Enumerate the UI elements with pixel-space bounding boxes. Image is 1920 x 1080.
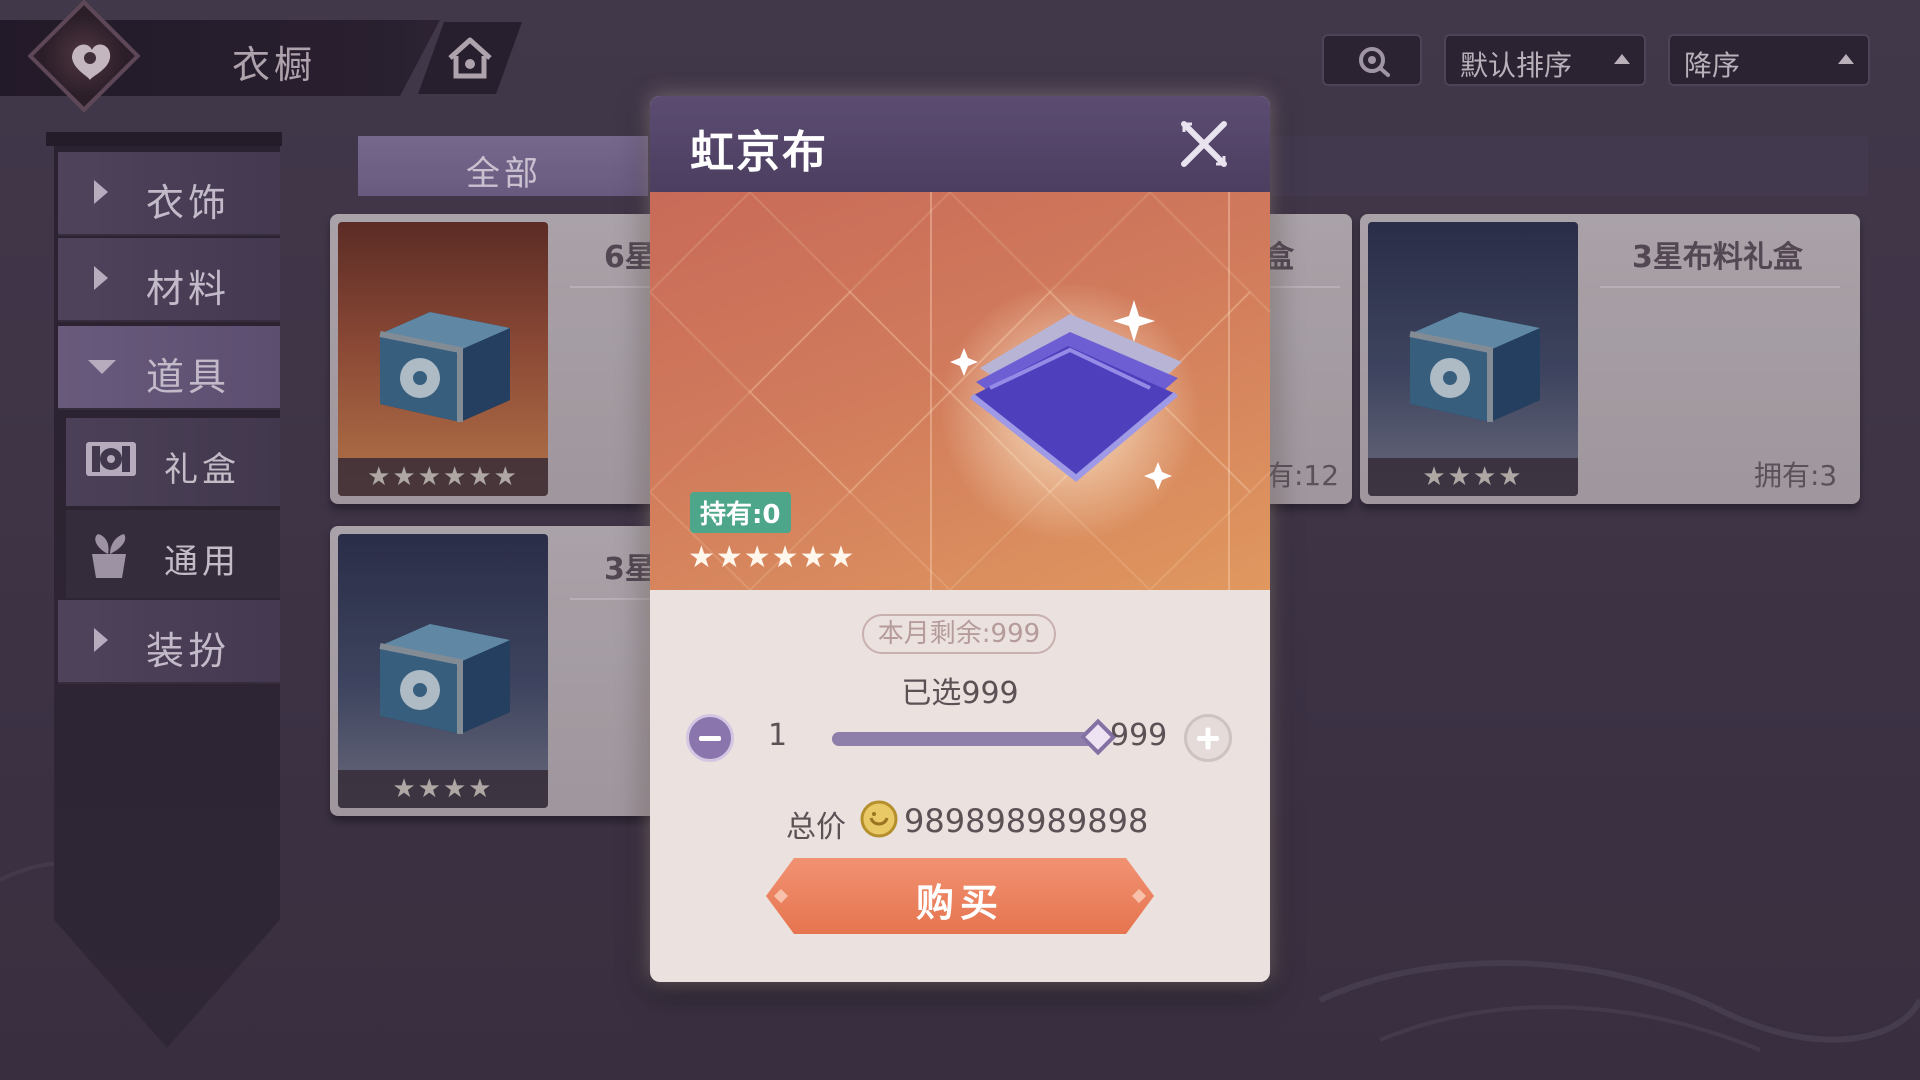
- page-title: 衣橱: [232, 43, 317, 87]
- sort-label: 默认排序: [1460, 49, 1573, 82]
- decrease-button[interactable]: [686, 714, 734, 762]
- rarity-stars: ★★★★★★: [688, 540, 856, 575]
- quantity-slider-fill: [832, 732, 1098, 746]
- home-button[interactable]: [418, 22, 522, 94]
- expand-arrow-icon: [94, 180, 108, 204]
- wardrobe-emblem-icon: [72, 44, 111, 80]
- buy-button-label: 购买: [915, 881, 1004, 925]
- item-card-image: ★★★★★★: [338, 222, 548, 496]
- rainbow-cloth-icon: [950, 300, 1182, 490]
- slider-min-label: 1: [768, 718, 788, 753]
- order-dropdown[interactable]: 降序: [1668, 34, 1870, 86]
- sidebar-item-dressup[interactable]: 装扮: [58, 600, 280, 684]
- search-button[interactable]: [1322, 34, 1422, 86]
- item-card-owned: 拥有:3: [1754, 459, 1838, 492]
- item-card-image: ★★★★: [1368, 222, 1578, 496]
- divider: [1600, 286, 1840, 288]
- gift-chest-icon: [379, 312, 510, 422]
- monthly-remaining: 本月剩余:999: [862, 614, 1056, 654]
- sidebar-subitem-label: 礼盒: [164, 450, 240, 490]
- slider-max-label: 999: [1110, 718, 1168, 753]
- sidebar-item-label: 衣饰: [146, 181, 231, 225]
- frame-line: [930, 192, 932, 590]
- total-price-label: 总价: [786, 810, 846, 845]
- sidebar-subitem-gift-box[interactable]: 礼盒: [66, 418, 280, 506]
- rarity-stars: ★★★★: [1368, 458, 1578, 496]
- expand-arrow-icon: [94, 266, 108, 290]
- sidebar-item-clothing[interactable]: 衣饰: [58, 152, 280, 236]
- coin-icon: [860, 800, 898, 838]
- dialog-header: 虹京布: [650, 96, 1270, 192]
- tab-all[interactable]: 全部: [358, 136, 648, 196]
- selected-count: 已选999: [901, 676, 1019, 711]
- gift-box-icon: [86, 442, 136, 476]
- purchase-dialog: 虹京布 持有:0 ★★★★★★ 本月剩余:999 已选999 1 999 总价 …: [650, 96, 1270, 982]
- increase-button[interactable]: [1184, 714, 1232, 762]
- item-name: 虹京布: [690, 127, 828, 178]
- sort-dropdown[interactable]: 默认排序: [1444, 34, 1646, 86]
- search-icon: [1359, 47, 1390, 77]
- item-card-title: 3星布料礼盒: [1632, 240, 1803, 275]
- caret-up-icon: [1614, 54, 1630, 64]
- sidebar-item-props[interactable]: 道具: [58, 326, 280, 410]
- item-card-image: ★★★★: [338, 534, 548, 808]
- sidebar-top-bar: [46, 132, 282, 146]
- close-icon[interactable]: [1178, 118, 1230, 170]
- sidebar-subitem-label: 通用: [164, 542, 240, 582]
- sidebar-item-materials[interactable]: 材料: [58, 238, 280, 322]
- owned-badge: 持有:0: [690, 492, 791, 533]
- collapse-arrow-icon: [88, 360, 116, 374]
- buy-button[interactable]: 购买: [766, 858, 1154, 934]
- home-icon: [448, 37, 492, 79]
- item-card-title: 3星: [604, 552, 655, 587]
- leaf-bag-icon: [92, 534, 126, 578]
- order-label: 降序: [1684, 49, 1741, 82]
- gift-chest-icon: [1409, 312, 1540, 422]
- total-price-value: 989898989898: [904, 802, 1149, 840]
- sidebar-item-label: 装扮: [146, 629, 231, 673]
- rarity-stars: ★★★★: [338, 770, 548, 808]
- frame-line: [1228, 192, 1230, 590]
- gift-chest-icon: [379, 624, 510, 734]
- tab-all-label: 全部: [466, 154, 542, 194]
- sidebar-subitem-general[interactable]: 通用: [66, 510, 280, 598]
- item-card[interactable]: ★★★★ 3星布料礼盒 拥有:3: [1360, 214, 1860, 504]
- caret-up-icon: [1838, 54, 1854, 64]
- rarity-stars: ★★★★★★: [338, 458, 548, 496]
- item-card-owned: 有:12: [1266, 459, 1340, 492]
- sidebar-item-label: 道具: [146, 355, 231, 399]
- sidebar-item-label: 材料: [146, 267, 231, 311]
- expand-arrow-icon: [94, 628, 108, 652]
- item-card-title: 6星: [604, 240, 655, 275]
